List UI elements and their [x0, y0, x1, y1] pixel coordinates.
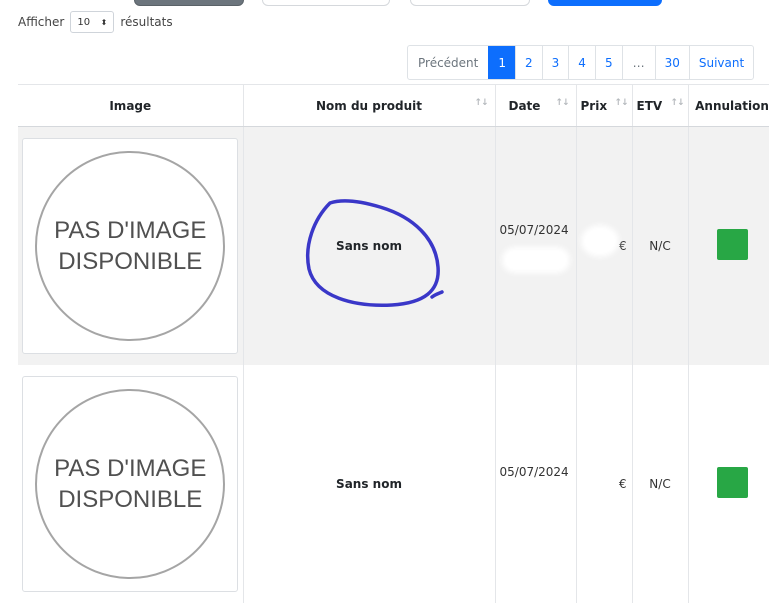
length-select-value: 10	[77, 16, 91, 28]
annulation-status-box[interactable]	[716, 466, 748, 498]
length-menu: Afficher 10 ⬍ résultats	[18, 11, 173, 33]
pagination-next[interactable]: Suivant	[688, 46, 753, 79]
etv-text: N/C	[649, 238, 671, 253]
select-caret-icon: ⬍	[100, 17, 108, 27]
product-name: Sans nom	[336, 238, 402, 253]
image-cell: PAS D'IMAGE DISPONIBLE	[18, 364, 244, 603]
column-header-price[interactable]: Prix ↑↓	[576, 84, 633, 127]
product-name: Sans nom	[336, 476, 402, 491]
length-select[interactable]: 10 ⬍	[70, 11, 115, 33]
length-suffix: résultats	[120, 15, 173, 29]
no-image-text-line2: DISPONIBLE	[58, 485, 203, 513]
etv-text: N/C	[649, 476, 671, 491]
annulation-cell	[688, 126, 769, 365]
top-button-1[interactable]	[134, 0, 244, 6]
date-text: 05/07/2024	[499, 464, 569, 479]
column-header-date[interactable]: Date ↑↓	[495, 84, 577, 127]
price-cell: €	[576, 364, 633, 603]
redaction-blur	[505, 251, 566, 269]
pagination-page-1[interactable]: 1	[488, 46, 516, 79]
pagination-page-5[interactable]: 5	[594, 46, 622, 79]
etv-cell: N/C	[632, 126, 689, 365]
table-row[interactable]: PAS D'IMAGE DISPONIBLE Sans nom 05/07/20…	[18, 126, 769, 365]
products-table: Image Nom du produit ↑↓ Date ↑↓ Prix ↑↓ ETV…	[18, 84, 769, 603]
length-prefix: Afficher	[18, 15, 65, 29]
price-currency: €	[618, 476, 627, 491]
sort-arrows-icon: ↑↓	[614, 98, 628, 108]
sort-arrows-icon: ↑↓	[555, 98, 569, 108]
no-image-text-line1: PAS D'IMAGE	[54, 216, 207, 244]
top-button-2[interactable]	[262, 0, 390, 6]
column-header-name[interactable]: Nom du produit ↑↓	[243, 84, 496, 127]
pagination-page-30[interactable]: 30	[654, 46, 689, 79]
pagination-page-2[interactable]: 2	[515, 46, 542, 79]
etv-cell: N/C	[632, 364, 689, 603]
date-text: 05/07/2024	[499, 223, 569, 237]
annulation-status-box[interactable]	[716, 228, 748, 260]
sort-arrows-icon: ↑↓	[474, 98, 488, 108]
column-header-etv[interactable]: ETV ↑↓	[632, 84, 689, 127]
top-button-3[interactable]	[410, 0, 530, 6]
top-button-4[interactable]	[548, 0, 662, 6]
no-image-text-line1: PAS D'IMAGE	[54, 454, 207, 482]
table-row[interactable]: PAS D'IMAGE DISPONIBLE Sans nom 05/07/20…	[18, 364, 769, 603]
pagination: Précédent 1 2 3 4 5 … 30 Suivant	[407, 45, 755, 80]
pagination-page-3[interactable]: 3	[541, 46, 569, 79]
pagination-ellipsis: …	[621, 46, 655, 79]
redaction-blur	[584, 229, 615, 253]
table-header-row: Image Nom du produit ↑↓ Date ↑↓ Prix ↑↓ ETV…	[18, 84, 769, 127]
price-currency: €	[618, 238, 627, 253]
product-name-cell: Sans nom	[243, 364, 496, 603]
no-image-circle: PAS D'IMAGE DISPONIBLE	[35, 150, 226, 341]
no-image-placeholder: PAS D'IMAGE DISPONIBLE	[22, 137, 239, 354]
no-image-circle: PAS D'IMAGE DISPONIBLE	[35, 388, 226, 579]
price-cell: €	[576, 126, 633, 365]
date-cell: 05/07/2024	[495, 126, 577, 365]
sort-arrows-icon: ↑↓	[670, 98, 684, 108]
pagination-page-4[interactable]: 4	[568, 46, 595, 79]
annulation-cell	[688, 364, 769, 603]
product-name-cell: Sans nom	[243, 126, 496, 365]
pagination-previous[interactable]: Précédent	[408, 46, 488, 79]
date-cell: 05/07/2024	[495, 364, 577, 603]
image-cell: PAS D'IMAGE DISPONIBLE	[18, 126, 244, 365]
column-header-annulation[interactable]: Annulation	[688, 84, 769, 127]
column-header-image: Image	[18, 84, 244, 127]
no-image-text-line2: DISPONIBLE	[58, 247, 203, 275]
no-image-placeholder: PAS D'IMAGE DISPONIBLE	[22, 375, 239, 592]
